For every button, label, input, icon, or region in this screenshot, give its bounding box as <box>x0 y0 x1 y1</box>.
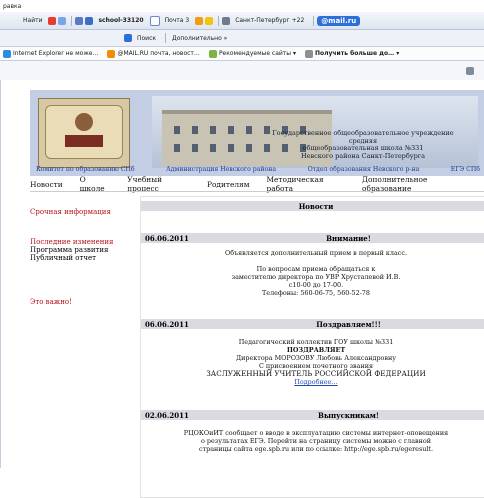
yandex-icon[interactable] <box>48 16 57 25</box>
link-ege[interactable]: ЕГЭ СПб <box>451 166 480 173</box>
nav-news[interactable]: Новости <box>30 180 63 189</box>
link-administration[interactable]: Администрация Невского района <box>166 166 276 173</box>
recommended-icon <box>208 49 217 58</box>
sidebar-program[interactable]: Программа развития <box>30 246 130 254</box>
mail-icon[interactable] <box>149 15 160 26</box>
fav-item-3[interactable]: Рекомендуемые сайты ▾ <box>206 49 299 59</box>
person-icon[interactable] <box>195 16 204 25</box>
sidebar: Срочная информация Последние изменения П… <box>30 208 130 306</box>
weather-temp: +22 <box>291 17 305 24</box>
crest-portrait-icon <box>75 113 93 131</box>
search-icon[interactable] <box>124 34 132 42</box>
tab-icon[interactable] <box>85 16 94 25</box>
news-date: 06.06.2011 <box>145 319 189 329</box>
page-command-bar <box>0 61 484 81</box>
sidebar-recent[interactable]: Последние изменения <box>30 238 130 246</box>
main-nav: Новости О школе Учебный процесс Родителя… <box>30 175 484 193</box>
search-field[interactable]: Поиск <box>134 34 159 43</box>
link-education-department[interactable]: Отдел образования Невского р-на <box>308 166 420 173</box>
mail-tab[interactable]: Почта 3 <box>162 16 193 25</box>
window-title-text: равка <box>3 2 22 10</box>
sidebar-urgent[interactable]: Срочная информация <box>30 208 130 216</box>
news-date: 06.06.2011 <box>145 233 189 243</box>
news-item-header: 06.06.2011 Поздравляем!!! <box>141 319 484 329</box>
crest-book-icon <box>65 135 103 147</box>
nav-divider <box>30 191 484 192</box>
search-button[interactable]: Найти <box>20 16 45 25</box>
ie-icon <box>3 49 11 58</box>
news-item-header: 02.06.2011 Выпускникам! <box>141 410 484 420</box>
nav-parents[interactable]: Родителям <box>207 180 249 189</box>
gear-icon[interactable] <box>222 16 231 25</box>
mail-ru-icon <box>107 49 116 58</box>
more-link[interactable]: Подробнее… <box>141 378 484 386</box>
news-panel-header: Новости <box>141 201 484 211</box>
weather-city: Санкт-Петербург <box>235 17 290 24</box>
news-date: 02.06.2011 <box>145 410 189 420</box>
fav-item-4[interactable]: Получить больше до… ▾ <box>302 49 402 59</box>
school-site: Государственное общеобразовательное учре… <box>30 90 484 498</box>
news-body: РЦОКОиИТ сообщает о вводе в эксплуатацию… <box>183 429 449 453</box>
news-item-header: 06.06.2011 Внимание! <box>141 233 484 243</box>
news-title: Выпускникам! <box>318 410 379 420</box>
news-title: Поздравляем!!! <box>316 319 381 329</box>
external-links: Комитет по образованию СПб Администрация… <box>30 162 484 176</box>
sidebar-important[interactable]: Это важно! <box>30 298 130 306</box>
window-title-strip: равка <box>0 0 484 12</box>
puzzle-icon[interactable] <box>75 16 84 25</box>
news-body: Объявляется дополнительный прием в первы… <box>225 249 407 297</box>
favorite-tab[interactable]: school-33120 <box>95 16 146 25</box>
link-committee[interactable]: Комитет по образованию СПб <box>36 166 135 173</box>
weather-widget[interactable]: Санкт-Петербург +22 <box>232 16 307 25</box>
home-icon[interactable] <box>466 66 474 75</box>
extra-button[interactable]: Дополнительно » <box>169 34 230 43</box>
fav-item-2[interactable]: @MAIL.RU почта, новост… <box>104 49 203 59</box>
news-panel-title: Новости <box>298 201 334 211</box>
news-title: Внимание! <box>326 233 371 243</box>
bubble-icon[interactable] <box>58 16 67 25</box>
mail-ru-button[interactable]: @mail.ru <box>317 15 361 26</box>
star-icon[interactable] <box>205 16 214 25</box>
school-photo: Государственное общеобразовательное учре… <box>152 96 478 168</box>
school-crest <box>38 98 130 168</box>
news-panel: Новости 06.06.2011 Внимание! Объявляется… <box>140 196 484 498</box>
get-more-icon <box>304 49 313 58</box>
favorites-bar: Internet Explorer не може… @MAIL.RU почт… <box>0 47 484 61</box>
sidebar-report[interactable]: Публичный отчет <box>30 254 130 262</box>
site-banner: Государственное общеобразовательное учре… <box>30 90 484 176</box>
search-bar: Поиск Дополнительно » <box>0 30 484 47</box>
browser-toolbar: Найти school-33120 Почта 3 Санкт-Петербу… <box>0 12 484 30</box>
fav-item-1[interactable]: Internet Explorer не може… <box>0 49 101 59</box>
news-body: Педагогический коллектив ГОУ школы №331 … <box>141 338 484 386</box>
school-name: Государственное общеобразовательное учре… <box>272 129 454 160</box>
